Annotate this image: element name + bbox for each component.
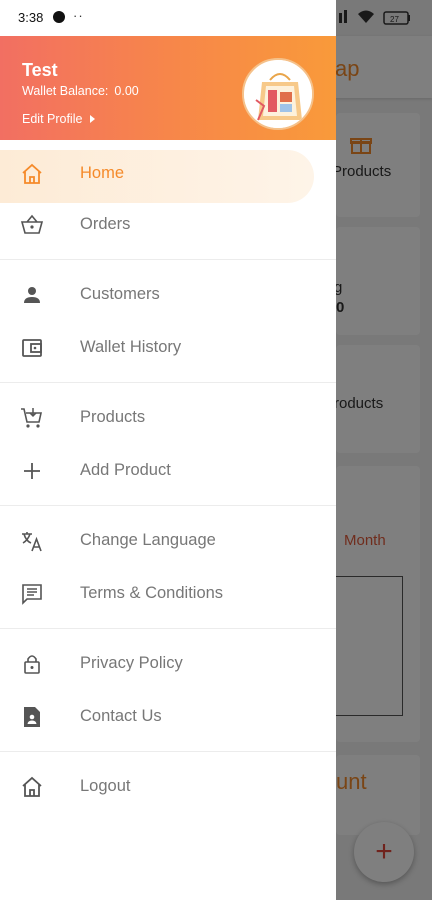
wallet-balance: Wallet Balance: 0.00 [22,84,139,98]
home-icon [22,776,42,797]
menu-divider [0,382,336,383]
plus-icon [24,463,40,479]
menu-item-privacy-policy[interactable]: Privacy Policy [0,637,336,690]
menu-item-wallet-history[interactable]: Wallet History [0,321,336,374]
menu-item-label: Orders [80,215,131,233]
translate-icon [22,532,42,552]
menu-item-label: Customers [80,285,160,303]
menu-item-label: Logout [80,777,131,795]
more-notifications-icon: ·· [73,8,84,23]
wallet-balance-label: Wallet Balance: [22,84,109,98]
menu-item-label: Contact Us [80,707,162,725]
status-bar: 3:38 ·· [0,0,336,36]
menu-divider [0,505,336,506]
chevron-right-icon [90,115,96,123]
document-list-icon [22,584,42,605]
contact-file-icon [24,707,40,727]
menu-item-contact-us[interactable]: Contact Us [0,690,336,743]
menu-item-orders[interactable]: Orders [0,198,336,251]
status-time: 3:38 [18,10,44,25]
user-name: Test [22,60,58,80]
home-icon [22,163,42,184]
drawer-header: Test Wallet Balance: 0.00 Edit Profile [0,36,336,140]
drawer-menu: Home Orders Customers Wallet History Pro… [0,140,336,813]
menu-item-label: Privacy Policy [80,654,183,672]
menu-item-label: Home [80,164,125,182]
basket-icon [20,214,44,234]
menu-divider [0,628,336,629]
edit-profile-link[interactable]: Edit Profile [22,112,96,126]
menu-divider [0,259,336,260]
menu-item-home[interactable]: Home [0,145,336,203]
wallet-balance-value: 0.00 [114,84,139,98]
store-logo[interactable] [242,58,314,130]
wallet-icon [22,339,42,357]
menu-item-customers[interactable]: Customers [0,268,336,321]
person-icon [24,287,40,303]
menu-divider [0,751,336,752]
menu-item-label: Wallet History [80,338,182,356]
menu-item-label: Terms & Conditions [80,584,224,602]
menu-item-label: Products [80,408,146,426]
notification-icon [53,11,65,23]
menu-item-label: Add Product [80,461,171,479]
lock-icon [24,655,40,674]
menu-item-products[interactable]: Products [0,391,336,444]
menu-item-terms-conditions[interactable]: Terms & Conditions [0,567,336,620]
menu-item-add-product[interactable]: Add Product [0,444,336,497]
cart-icon [21,408,42,428]
edit-profile-label: Edit Profile [22,112,83,126]
shopping-bag-logo-icon [244,60,312,128]
menu-item-change-language[interactable]: Change Language [0,514,336,567]
navigation-drawer: 3:38 ·· Test Wallet Balance: 0.00 Edit Pr… [0,0,336,900]
menu-item-label: Change Language [80,531,216,549]
menu-item-logout[interactable]: Logout [0,760,336,813]
